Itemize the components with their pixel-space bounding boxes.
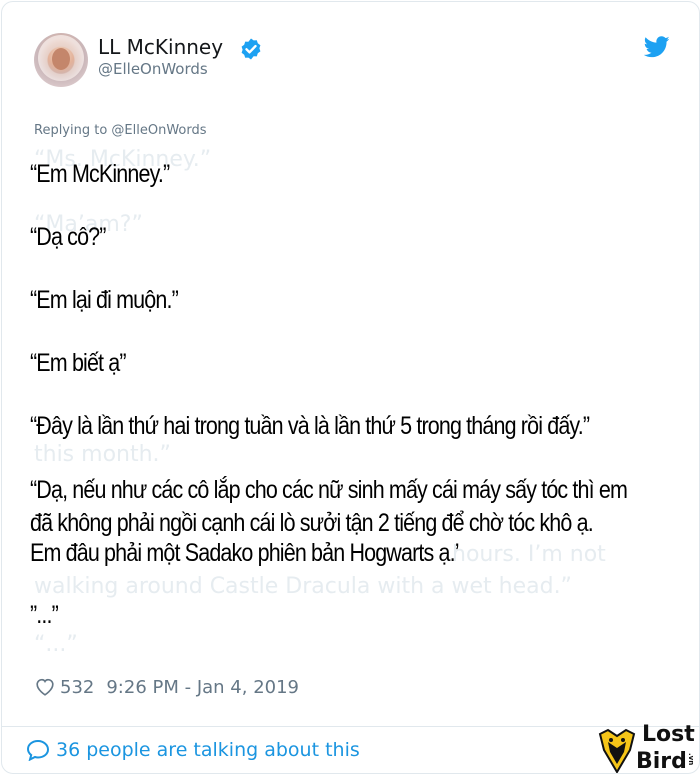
tweet-text-line: “Đây là lần thứ hai trong tuần và là lần… — [30, 412, 590, 440]
conversation-link-text: 36 people are talking about this — [56, 739, 360, 761]
tweet-text-line: “Em lại đi muộn.” — [30, 286, 179, 314]
ghost-text: walking around Castle Dracula with a wet… — [34, 574, 572, 599]
verified-badge-icon — [241, 38, 261, 60]
tweet-text-line: “Em biết ạ” — [30, 349, 127, 377]
tweet-meta: 532 9:26 PM - Jan 4, 2019 — [34, 676, 299, 698]
tweet-card: LL McKinney @ElleOnWords Replying to @El… — [1, 1, 700, 774]
like-count[interactable]: 532 — [60, 677, 94, 698]
logo-domain: .vn — [687, 753, 695, 766]
tweet-text-line: ”...” — [30, 601, 59, 629]
speech-bubble-icon — [26, 739, 50, 761]
logo-text-bird: Bird — [636, 749, 687, 774]
user-name[interactable]: LL McKinney — [98, 35, 223, 59]
ghost-text: this month.” — [34, 442, 171, 467]
twitter-bird-icon[interactable] — [644, 36, 670, 58]
tweet-text-line: đã không phải ngồi cạnh cái lò sưởi tận … — [30, 509, 594, 537]
tweet-text-line: Em đâu phải một Sadako phiên bản Hogwart… — [30, 539, 459, 567]
user-handle[interactable]: @ElleOnWords — [98, 60, 208, 78]
logo-text-lost: Lost — [642, 722, 695, 747]
replying-to[interactable]: Replying to @ElleOnWords — [34, 123, 207, 138]
conversation-link[interactable]: 36 people are talking about this — [26, 739, 360, 761]
tweet-text-line: “Dạ, nếu như các cô lắp cho các nữ sinh … — [30, 476, 628, 504]
tweet-text-line: “Em McKinney.” — [30, 160, 170, 188]
tweet-text-line: “Dạ cô?” — [30, 223, 106, 251]
ghost-text: “...” — [34, 632, 78, 657]
ghost-text: hours. I’m not — [452, 542, 606, 567]
lostbird-logo: Lost Bird .vn — [596, 722, 699, 774]
tweet-timestamp[interactable]: 9:26 PM - Jan 4, 2019 — [106, 677, 299, 698]
avatar[interactable] — [34, 33, 88, 87]
heart-icon[interactable] — [34, 676, 56, 698]
divider — [2, 726, 699, 727]
